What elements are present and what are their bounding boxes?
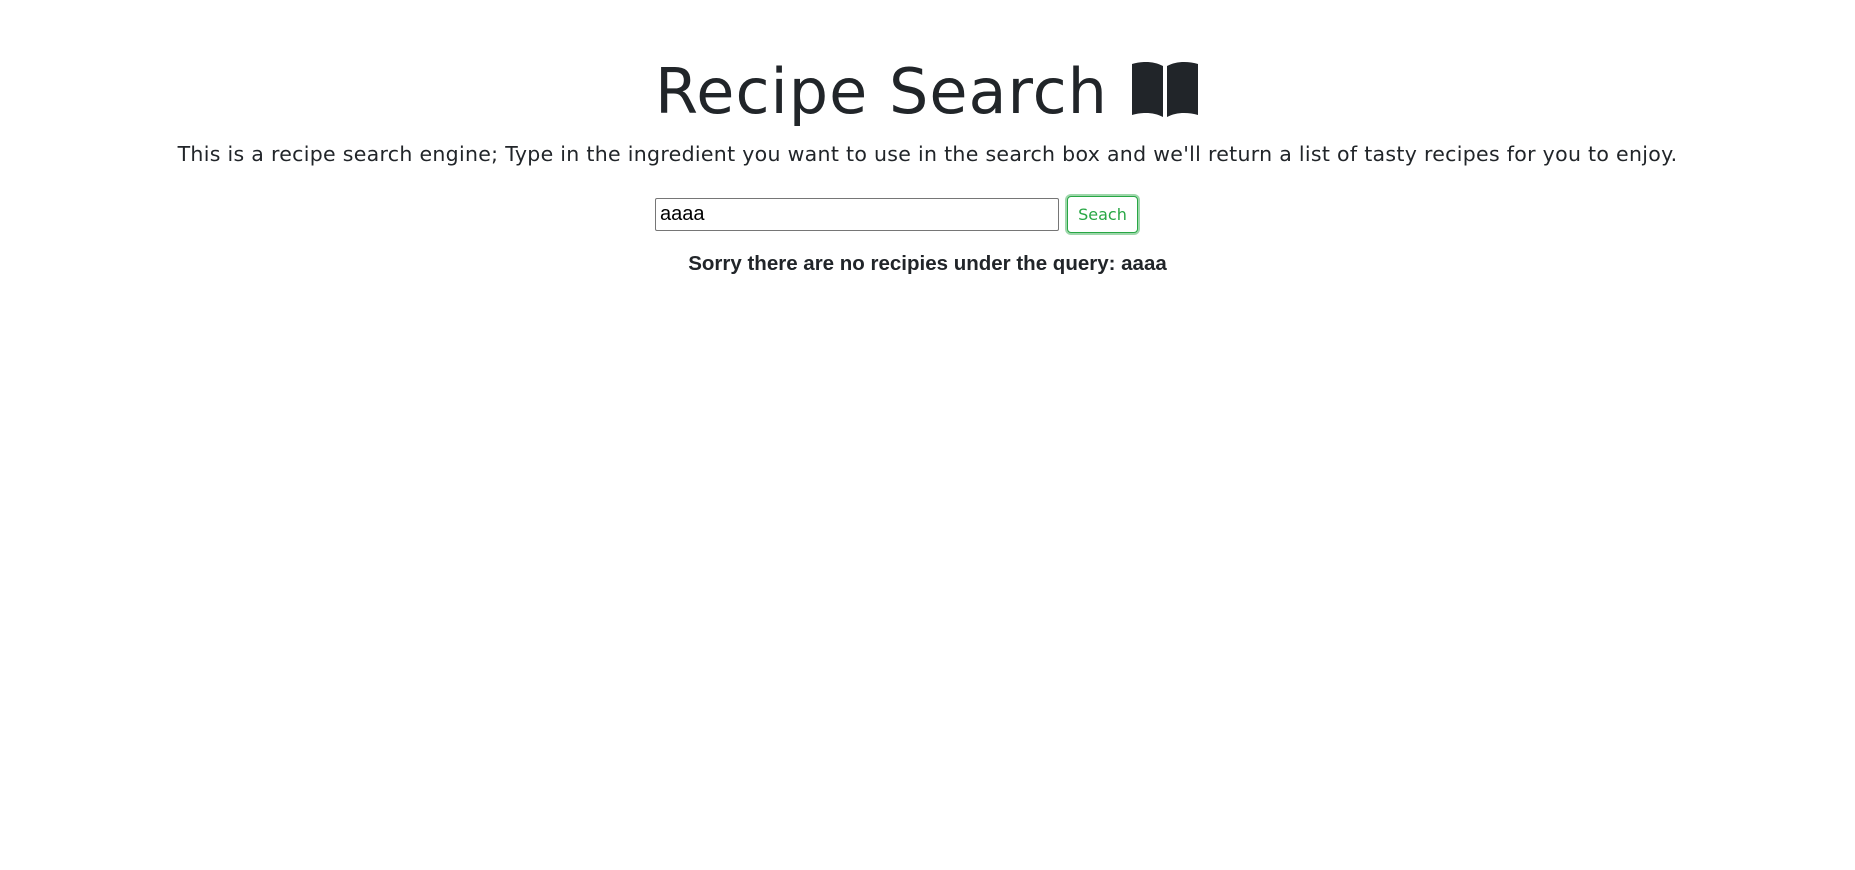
description-text: This is a recipe search engine; Type in … xyxy=(177,142,1678,166)
open-book-icon xyxy=(1130,60,1200,118)
no-results-message: Sorry there are no recipies under the qu… xyxy=(688,252,1167,275)
page-title: Recipe Search xyxy=(655,55,1108,128)
search-form: Seach xyxy=(655,196,1138,233)
header: Recipe Search xyxy=(0,52,1855,132)
title-row: Recipe Search xyxy=(655,52,1200,132)
search-input[interactable] xyxy=(655,198,1059,231)
search-button[interactable]: Seach xyxy=(1067,196,1138,233)
